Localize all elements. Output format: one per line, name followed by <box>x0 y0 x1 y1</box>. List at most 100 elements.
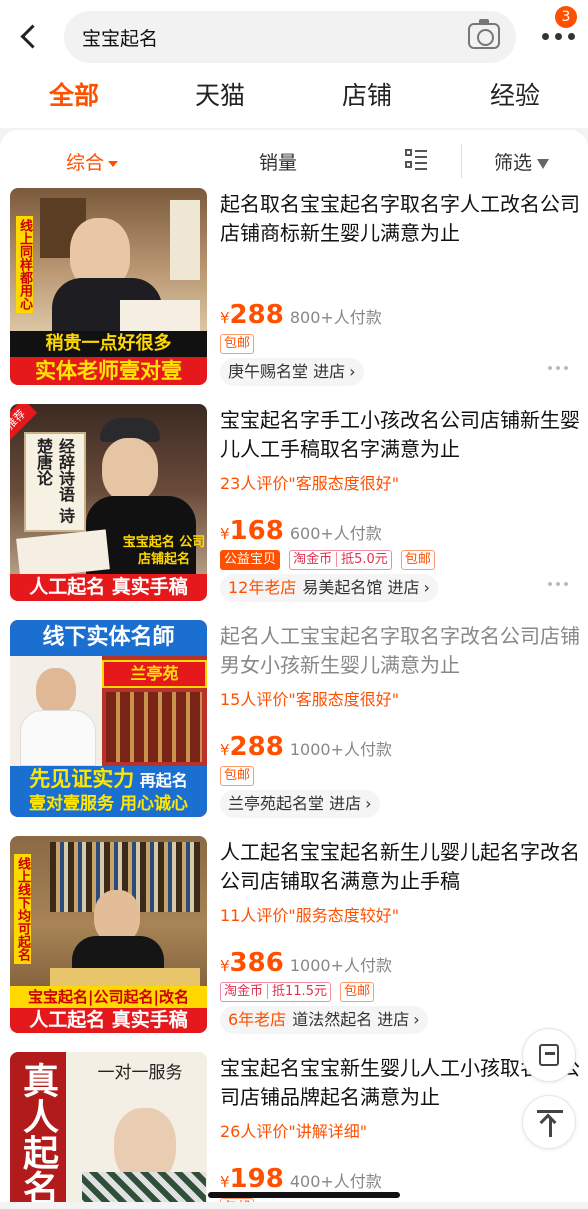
shop-sign: 兰亭苑 <box>102 660 207 688</box>
sort-sales-button[interactable]: 销量 <box>259 148 297 175</box>
tab-experience[interactable]: 经验 <box>490 76 540 112</box>
coin-label: 淘金币 <box>293 552 333 567</box>
product-image[interactable]: 真人起名 一对一服务 <box>10 1052 207 1202</box>
list-view-icon[interactable] <box>405 148 427 170</box>
review-summary: 11人评价"服务态度较好" <box>220 906 400 925</box>
coin-value: 抵11.5元 <box>267 984 327 999</box>
product-title[interactable]: 宝宝起名字手工小孩改名公司店铺新生婴儿人工手稿取名字满意为止 <box>220 406 580 464</box>
product-title[interactable]: 起名取名宝宝起名字取名字人工改名公司店铺商标新生婴儿满意为止 <box>220 190 580 248</box>
price-row: ¥168 600+人付款 <box>220 516 382 546</box>
product-info: 起名取名宝宝起名字取名字人工改名公司店铺商标新生婴儿满意为止 ¥288 800+人… <box>220 190 580 386</box>
product-title[interactable]: 起名人工宝宝起名字取名字改名公司店铺男女小孩新生婴儿满意为止 <box>220 622 580 680</box>
sales-count: 800+人付款 <box>289 308 382 327</box>
product-price: 168 <box>229 516 284 546</box>
sales-count: 400+人付款 <box>289 1172 382 1191</box>
plaid-shirt <box>82 1172 206 1202</box>
shop-link[interactable]: 12年老店 易美起名馆 进店 › <box>220 574 438 602</box>
product-title[interactable]: 人工起名宝宝起名新生儿婴儿起名字改名公司店铺取名满意为止手稿 <box>220 838 580 896</box>
tag-row: 包邮 <box>220 332 258 354</box>
shop-name: 庚午赐名堂 进店 <box>228 362 346 381</box>
list-item[interactable]: 推荐 经辞诗语 诗楚唐论 宝宝起名 公司店铺起名 人工起名 真实手稿 宝宝起名字… <box>0 404 588 620</box>
header-band: 线下实体名師 <box>10 620 207 656</box>
side-slogan: 线上同样都用心 <box>16 216 33 313</box>
taojinbi-tag: 淘金币 抵11.5元 <box>220 982 331 1002</box>
home-indicator <box>208 1192 400 1198</box>
list-item[interactable]: 线上线下均可起名 宝宝起名|公司起名|改名 人工起名 真实手稿 人工起名宝宝起名… <box>0 836 588 1052</box>
header-text: 一对一服务 <box>97 1063 183 1083</box>
price-row: ¥288 1000+人付款 <box>220 732 392 762</box>
price-row: ¥386 1000+人付款 <box>220 948 392 978</box>
slogan-band: 人工起名 真实手稿 <box>10 574 207 601</box>
currency-symbol: ¥ <box>220 309 230 327</box>
product-image[interactable]: 线下实体名師 兰亭苑 先见证实力 再起名 壹对壹服务 用心诚心 <box>10 620 207 817</box>
review-summary: 23人评价"客服态度很好" <box>220 474 400 493</box>
product-image[interactable]: 线上同样都用心 稍贵一点好很多 实体老师壹对壹 <box>10 188 207 385</box>
slogan-band: 人工起名 真实手稿 <box>10 1008 207 1033</box>
feedback-icon <box>539 1044 559 1066</box>
item-more-icon[interactable] <box>548 366 570 371</box>
item-more-icon[interactable] <box>548 582 570 587</box>
slogan-highlight: 先见证实力 <box>29 767 135 791</box>
free-shipping-tag: 包邮 <box>340 982 375 1002</box>
currency-symbol: ¥ <box>220 525 230 543</box>
sort-label: 综合 <box>66 152 105 174</box>
tab-all[interactable]: 全部 <box>49 76 99 112</box>
slogan-band: 稍贵一点好很多 <box>10 331 207 357</box>
product-image[interactable]: 推荐 经辞诗语 诗楚唐论 宝宝起名 公司店铺起名 人工起名 真实手稿 <box>10 404 207 601</box>
slogan-tail: 再起名 <box>139 771 188 790</box>
tab-tmall[interactable]: 天猫 <box>195 76 245 112</box>
back-to-top-arrowhead <box>539 1113 557 1131</box>
message-count-badge: 3 <box>555 6 577 28</box>
camera-icon[interactable] <box>468 19 500 49</box>
chevron-right-icon: › <box>423 578 430 597</box>
filter-button[interactable]: 筛选 <box>494 148 550 175</box>
list-item[interactable]: 线上同样都用心 稍贵一点好很多 实体老师壹对壹 起名取名宝宝起名字取名字人工改名… <box>0 188 588 404</box>
sales-count: 1000+人付款 <box>289 740 392 759</box>
product-price: 198 <box>229 1164 284 1194</box>
shop-link[interactable]: 庚午赐名堂 进店 › <box>220 358 364 386</box>
feedback-button[interactable] <box>522 1028 576 1082</box>
currency-symbol: ¥ <box>220 1173 230 1191</box>
divider <box>461 144 462 178</box>
sales-count: 1000+人付款 <box>289 956 392 975</box>
product-price: 288 <box>229 732 284 762</box>
slogan-band: 先见证实力 再起名 <box>10 766 207 792</box>
review-summary: 15人评价"客服态度很好" <box>220 690 400 709</box>
search-tabs: 全部 天猫 店铺 经验 <box>0 72 588 128</box>
filter-bar: 综合 销量 筛选 <box>0 130 588 188</box>
chevron-right-icon: › <box>349 362 356 381</box>
shop-age-badge: 12年老店 <box>228 578 297 597</box>
product-price: 386 <box>229 948 284 978</box>
free-shipping-tag: 包邮 <box>400 550 435 570</box>
price-row: ¥198 400+人付款 <box>220 1164 382 1194</box>
list-item[interactable]: 线下实体名師 兰亭苑 先见证实力 再起名 壹对壹服务 用心诚心 起名人工宝宝起名… <box>0 620 588 836</box>
product-info: 宝宝起名字手工小孩改名公司店铺新生婴儿人工手稿取名字满意为止 23人评价"客服态… <box>220 406 580 602</box>
back-to-top-button[interactable] <box>522 1095 576 1149</box>
sort-comprehensive-button[interactable]: 综合 <box>66 148 119 175</box>
sales-count: 600+人付款 <box>289 524 382 543</box>
more-dots-icon[interactable] <box>542 33 576 43</box>
shop-link[interactable]: 兰亭苑起名堂 进店 › <box>220 790 380 818</box>
back-arrow-icon[interactable] <box>14 20 44 54</box>
search-input[interactable]: 宝宝起名 <box>64 11 516 63</box>
product-image[interactable]: 线上线下均可起名 宝宝起名|公司起名|改名 人工起名 真实手稿 <box>10 836 207 1033</box>
funnel-icon <box>537 158 550 169</box>
taojinbi-tag: 淘金币 抵5.0元 <box>289 550 392 570</box>
tab-shops[interactable]: 店铺 <box>342 76 392 112</box>
chevron-right-icon: › <box>365 794 372 813</box>
slogan-band: 宝宝起名|公司起名|改名 <box>10 986 207 1008</box>
shop-name: 兰亭苑起名堂 进店 <box>228 794 362 813</box>
person-face <box>102 438 158 502</box>
charity-tag: 公益宝贝 <box>220 550 281 570</box>
free-shipping-tag: 包邮 <box>220 766 255 786</box>
product-price: 288 <box>229 300 284 330</box>
tag-row: 淘金币 抵11.5元 包邮 <box>220 980 378 1002</box>
slogan-band: 实体老师壹对壹 <box>10 357 207 385</box>
currency-symbol: ¥ <box>220 741 230 759</box>
product-info: 起名人工宝宝起名字取名字改名公司店铺男女小孩新生婴儿满意为止 15人评价"客服态… <box>220 622 580 818</box>
product-list: 线上同样都用心 稍贵一点好很多 实体老师壹对壹 起名取名宝宝起名字取名字人工改名… <box>0 188 588 1202</box>
search-bar: 宝宝起名 3 <box>0 0 588 72</box>
side-slogan: 线上线下均可起名 <box>14 854 31 964</box>
list-item[interactable]: 真人起名 一对一服务 宝宝起名宝宝新生婴儿人工小孩取名字公司店铺品牌起名满意为止… <box>0 1052 588 1202</box>
shop-link[interactable]: 6年老店 道法然起名 进店 › <box>220 1006 428 1034</box>
